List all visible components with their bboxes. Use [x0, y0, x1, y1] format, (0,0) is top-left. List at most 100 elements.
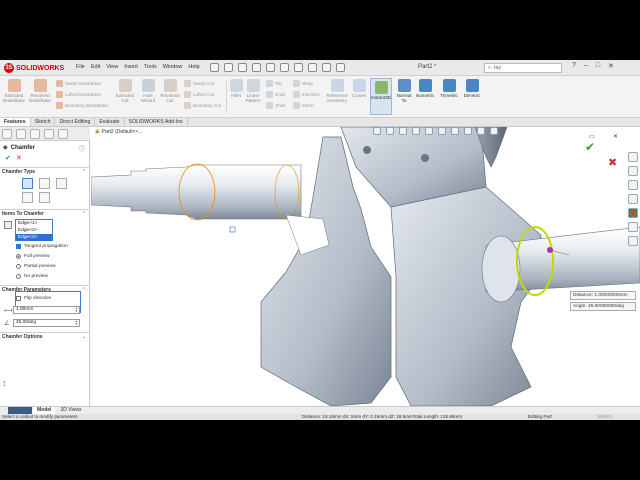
- no-preview-radio[interactable]: [16, 274, 21, 279]
- linear-pattern-button[interactable]: Linear Pattern: [244, 79, 262, 103]
- menu-help[interactable]: Help: [188, 64, 199, 70]
- list-item-selected[interactable]: Edge<3>: [16, 234, 52, 241]
- flip-direction-checkbox[interactable]: [16, 296, 21, 301]
- swept-cut-button[interactable]: Swept Cut: [184, 80, 214, 87]
- callout-angle-value[interactable]: 45.00000000deg: [588, 304, 624, 309]
- distance-angle-type-icon[interactable]: [22, 178, 33, 189]
- crankshaft-model[interactable]: [91, 127, 640, 406]
- curves-button[interactable]: Curves: [351, 79, 367, 98]
- swept-boss-button[interactable]: Swept Boss/Base: [56, 80, 101, 87]
- full-preview-option[interactable]: Full preview: [16, 254, 50, 259]
- design-library-icon[interactable]: [628, 166, 638, 176]
- wrap-button[interactable]: Wrap: [293, 80, 313, 87]
- restore-icon[interactable]: ▭: [589, 133, 595, 140]
- menu-tools[interactable]: Tools: [144, 64, 157, 70]
- extrude-boss-button[interactable]: Extruded Boss/Base: [3, 79, 25, 103]
- home-icon[interactable]: [210, 63, 219, 72]
- close-window-icon[interactable]: ✕: [608, 62, 614, 70]
- instant3d-button[interactable]: Instant3D: [370, 78, 392, 115]
- home-icon[interactable]: [628, 152, 638, 162]
- intersect-button[interactable]: Intersect: [293, 91, 320, 98]
- partial-preview-radio[interactable]: [16, 264, 21, 269]
- menu-insert[interactable]: Insert: [124, 64, 138, 70]
- chevron-up-icon[interactable]: ⌃: [82, 287, 86, 293]
- extruded-cut-button[interactable]: Extruded Cut: [114, 79, 136, 103]
- dimetric-button[interactable]: Dimetric: [461, 79, 483, 98]
- fillet-button[interactable]: Fillet: [229, 79, 243, 98]
- dimxpert-icon[interactable]: [44, 129, 54, 139]
- boundary-cut-button[interactable]: Boundary Cut: [184, 102, 221, 109]
- left-shaft[interactable]: [91, 164, 302, 220]
- tab-features[interactable]: Features: [0, 118, 31, 126]
- partial-preview-option[interactable]: Partial preview: [16, 264, 55, 269]
- section-view-icon[interactable]: [412, 127, 420, 135]
- scene-icon[interactable]: [477, 127, 485, 135]
- distance-field[interactable]: 1.00mm ▲ ▼: [13, 306, 80, 314]
- offset-face-type-icon[interactable]: [22, 192, 33, 203]
- angle-field[interactable]: 45.00deg ▲ ▼: [13, 319, 80, 327]
- right-crank-web[interactable]: [390, 186, 542, 406]
- chevron-up-icon[interactable]: ⌃: [82, 211, 86, 217]
- select-icon[interactable]: [294, 63, 303, 72]
- file-properties-icon[interactable]: [322, 63, 331, 72]
- zoom-area-icon[interactable]: [386, 127, 394, 135]
- lofted-cut-button[interactable]: Lofted Cut: [184, 91, 214, 98]
- items-to-chamfer-header[interactable]: Items To Chamfer: [2, 211, 44, 217]
- chevron-down-icon[interactable]: ⌄: [82, 334, 86, 340]
- forum-icon[interactable]: [628, 236, 638, 246]
- shell-button[interactable]: Shell: [266, 102, 285, 109]
- distance-value[interactable]: 1.00mm: [16, 307, 33, 312]
- angle-value[interactable]: 45.00deg: [16, 320, 36, 325]
- graphics-area[interactable]: ▣ Part2 (Default<<... ▭ ✕ ✔ ✖ Distance: …: [91, 127, 640, 406]
- app-logo[interactable]: 3S SOLIDWORKS: [4, 62, 64, 74]
- appearance-icon[interactable]: [464, 127, 472, 135]
- boundary-boss-button[interactable]: Boundary Boss/Base: [56, 102, 108, 109]
- mirror-button[interactable]: Mirror: [293, 102, 314, 109]
- menu-edit[interactable]: Edit: [91, 64, 100, 70]
- previous-view-icon[interactable]: [399, 127, 407, 135]
- chamfer-options-header[interactable]: Chamfer Options: [2, 334, 43, 340]
- view-palette-icon[interactable]: [628, 194, 638, 204]
- menu-view[interactable]: View: [106, 64, 118, 70]
- lofted-boss-button[interactable]: Lofted Boss/Base: [56, 91, 101, 98]
- isometric-button[interactable]: Isometric: [414, 79, 436, 98]
- chevron-up-icon[interactable]: ⌃: [82, 169, 86, 175]
- draft-button[interactable]: Draft: [266, 91, 285, 98]
- configuration-manager-icon[interactable]: [30, 129, 40, 139]
- tangent-propagation-option[interactable]: Tangent propagation: [16, 244, 68, 249]
- help-icon[interactable]: ⓘ: [79, 144, 85, 153]
- revolved-cut-button[interactable]: Revolved Cut: [159, 79, 181, 103]
- trimetric-button[interactable]: Trimetric: [438, 79, 460, 98]
- list-item[interactable]: Edge<1>: [16, 220, 52, 227]
- confirm-cancel-icon[interactable]: ✖: [608, 156, 617, 169]
- display-manager-icon[interactable]: [58, 129, 68, 139]
- face-face-type-icon[interactable]: [39, 192, 50, 203]
- main-journal[interactable]: [481, 235, 521, 303]
- save-icon[interactable]: [252, 63, 261, 72]
- menu-window[interactable]: Window: [163, 64, 183, 70]
- rib-button[interactable]: Rib: [266, 80, 282, 87]
- distance-distance-type-icon[interactable]: [39, 178, 50, 189]
- normal-to-button[interactable]: Normal To: [395, 79, 413, 103]
- reference-geometry-button[interactable]: Reference Geometry: [325, 79, 349, 103]
- flip-direction-option[interactable]: Flip direction: [16, 296, 51, 301]
- new-icon[interactable]: [224, 63, 233, 72]
- tab-evaluate[interactable]: Evaluate: [95, 118, 125, 126]
- print-icon[interactable]: [266, 63, 275, 72]
- tangent-propagation-checkbox[interactable]: [16, 244, 21, 249]
- confirm-check-icon[interactable]: ✔: [585, 140, 595, 154]
- units-indicator[interactable]: MMGS: [598, 414, 612, 420]
- options-gear-icon[interactable]: [336, 63, 345, 72]
- custom-properties-icon[interactable]: [628, 222, 638, 232]
- file-explorer-icon[interactable]: [628, 180, 638, 190]
- minimize-icon[interactable]: –: [584, 62, 588, 70]
- tab-direct-editing[interactable]: Direct Editing: [55, 118, 96, 126]
- hide-show-icon[interactable]: [451, 127, 459, 135]
- vertex-type-icon[interactable]: [56, 178, 67, 189]
- cancel-close-icon[interactable]: ✕: [16, 154, 22, 162]
- undo-icon[interactable]: [280, 63, 289, 72]
- zoom-to-fit-icon[interactable]: [373, 127, 381, 135]
- list-item[interactable]: Edge<2>: [16, 227, 52, 234]
- feature-manager-icon[interactable]: [2, 129, 12, 139]
- ok-check-icon[interactable]: ✔: [5, 154, 11, 162]
